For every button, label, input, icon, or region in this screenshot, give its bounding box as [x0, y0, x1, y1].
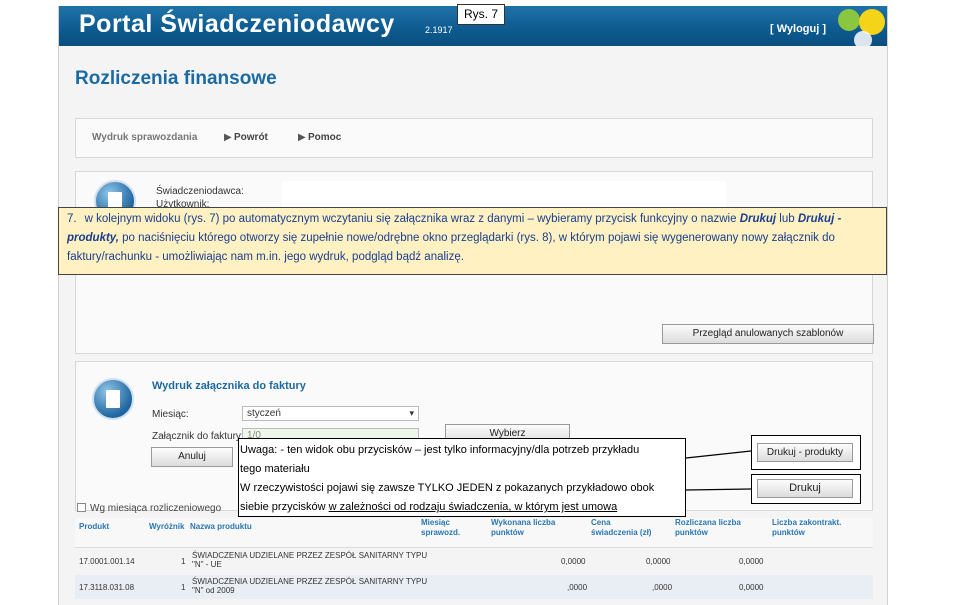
warning-line: tego materiału — [240, 463, 310, 475]
step-text: w kolejnym widoku (rys. 7) po automatycz… — [84, 213, 740, 225]
toolbar: Wydruk sprawozdania ▶ Powrót ▶ Pomoc — [75, 118, 873, 158]
th-points-done: Wykonana liczba punktów — [491, 518, 556, 537]
instruction-note: 7. w kolejnym widoku (rys. 7) po automaty… — [58, 207, 887, 275]
cancel-button[interactable]: Anuluj — [151, 447, 233, 467]
toolbar-back[interactable]: Powrót — [234, 132, 268, 143]
checkbox-label: Wg miesiąca rozliczeniowego — [90, 503, 222, 514]
cancelled-templates-button[interactable]: Przegląd anulowanych szablonów — [662, 324, 874, 344]
table-row[interactable]: 17.0001.001.14 1 ŚWIADCZENIA UDZIELANE P… — [75, 549, 873, 573]
month-label: Miesiąc: — [152, 409, 189, 420]
step-text: po naciśnięciu którego otworzy się zupeł… — [67, 232, 835, 263]
portal-version: 2.1917 — [425, 25, 453, 35]
cell-value: 0,0000 — [646, 557, 671, 566]
panel-title: Wydruk załącznika do faktury — [152, 380, 306, 392]
cell-code: 17.3118.031.08 — [79, 583, 135, 592]
page-title: Rozliczenia finansowe — [75, 68, 277, 89]
print-products-callout: Drukuj - produkty — [751, 435, 861, 470]
provider-label: Świadczeniodawca: — [156, 186, 244, 197]
checkbox[interactable] — [77, 503, 86, 512]
warning-callout: Uwaga: - ten widok obu przycisków – jest… — [238, 438, 686, 517]
th-points-contracted: Liczba zakontrakt. punktów — [772, 518, 842, 537]
cell-code: 17.0001.001.14 — [79, 557, 135, 566]
portal-logo-icon — [838, 9, 885, 46]
th-points-settled: Rozliczana liczba punktów — [675, 518, 741, 537]
cell-flag: 1 — [181, 557, 186, 566]
toolbar-print-report[interactable]: Wydruk sprawozdania — [92, 132, 197, 143]
print-products-button[interactable]: Drukuj - produkty — [757, 443, 853, 462]
cell-name-2: "N" - UE — [192, 560, 222, 569]
cell-value: ,0000 — [567, 583, 588, 592]
portal-title: Portal Świadczeniodawcy — [79, 10, 395, 38]
cell-value: 0,0000 — [739, 557, 764, 566]
th-month: Miesiąc sprawozd. — [421, 518, 461, 537]
th-flag: Wyróżnik — [149, 522, 185, 531]
month-select[interactable]: styczeń — [242, 406, 419, 421]
print-button[interactable]: Drukuj — [757, 479, 853, 498]
warning-line: Uwaga: - ten widok obu przycisków – jest… — [240, 444, 640, 456]
warning-line: W rzeczywistości pojawi się zawsze TYLKO… — [240, 482, 655, 494]
cell-value: 0,0000 — [561, 557, 586, 566]
warning-line: siebie przycisków w zależności od rodzaj… — [240, 498, 684, 517]
toolbar-help[interactable]: Pomoc — [308, 132, 341, 143]
step-text: lub — [776, 213, 798, 225]
logout-link[interactable]: [ Wyloguj ] — [770, 23, 826, 35]
cell-name-2: "N" od 2009 — [192, 586, 235, 595]
table-row[interactable]: 17.3118.031.08 1 ŚWIADCZENIA UDZIELANE P… — [75, 575, 873, 599]
monthly-checkbox-row[interactable]: Wg miesiąca rozliczeniowego — [77, 503, 221, 514]
attachment-label: Załącznik do faktury: — [152, 431, 244, 442]
table-header: Produkt Wyróżnik Nazwa produktu Miesiąc … — [75, 518, 873, 548]
cell-flag: 1 — [181, 583, 186, 592]
th-price: Cena świadczenia (zł) — [591, 518, 652, 537]
cell-value: 0,0000 — [739, 583, 764, 592]
print-callout: Drukuj — [751, 474, 861, 504]
th-product: Produkt — [79, 522, 110, 531]
cell-name: ŚWIADCZENIA UDZIELANE PRZEZ ZESPÓŁ SANIT… — [192, 551, 428, 560]
warning-text-a: siebie przycisków — [240, 501, 329, 513]
figure-label: Rys. 7 — [457, 4, 505, 25]
arrow-right-icon: ▶ — [298, 132, 306, 143]
step-bold: Drukuj — [739, 213, 777, 225]
warning-text-b: w zależności od rodzaju świadczenia, w k… — [328, 501, 618, 513]
products-table: Produkt Wyróżnik Nazwa produktu Miesiąc … — [75, 518, 873, 605]
th-name: Nazwa produktu — [190, 522, 252, 531]
arrow-right-icon: ▶ — [224, 132, 232, 143]
cell-value: ,0000 — [652, 583, 673, 592]
cell-name: ŚWIADCZENIA UDZIELANE PRZEZ ZESPÓŁ SANIT… — [192, 577, 428, 586]
document-icon — [92, 378, 134, 420]
step-number: 7. — [67, 213, 77, 225]
